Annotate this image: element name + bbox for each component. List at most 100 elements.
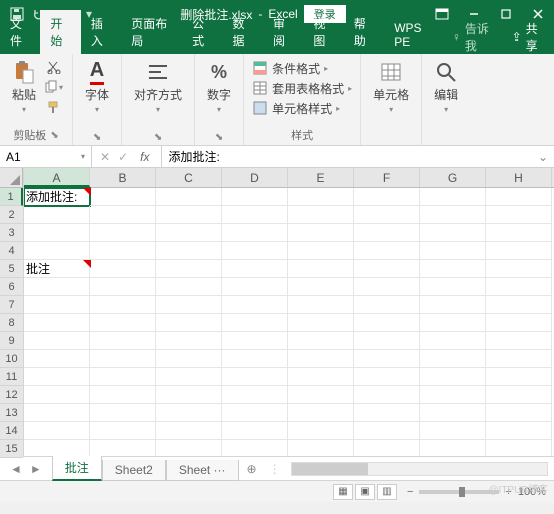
cell[interactable]	[354, 350, 420, 368]
cell[interactable]	[222, 188, 288, 206]
cell[interactable]	[354, 404, 420, 422]
scrollbar-thumb[interactable]	[292, 463, 369, 475]
row-header[interactable]: 7	[0, 296, 23, 314]
cell[interactable]	[222, 242, 288, 260]
cell[interactable]	[288, 188, 354, 206]
cell[interactable]	[156, 260, 222, 278]
cell[interactable]	[222, 422, 288, 440]
share-button[interactable]: ⇪ 共享	[502, 20, 554, 54]
slider-thumb[interactable]	[459, 487, 465, 497]
cell[interactable]	[420, 206, 486, 224]
cell[interactable]	[486, 386, 552, 404]
cell[interactable]	[90, 224, 156, 242]
cell[interactable]	[156, 422, 222, 440]
cell[interactable]	[420, 314, 486, 332]
tab-review[interactable]: 审阅	[263, 10, 303, 54]
cell[interactable]	[288, 242, 354, 260]
cell[interactable]	[24, 332, 90, 350]
cell[interactable]	[420, 386, 486, 404]
cell[interactable]	[156, 224, 222, 242]
cell-styles-button[interactable]: 单元格样式 ▸	[252, 98, 340, 118]
col-header[interactable]: B	[90, 168, 156, 187]
cell[interactable]	[288, 368, 354, 386]
cell[interactable]	[90, 350, 156, 368]
cell[interactable]	[288, 314, 354, 332]
col-header[interactable]: C	[156, 168, 222, 187]
cell[interactable]	[222, 332, 288, 350]
cell[interactable]	[90, 188, 156, 206]
tell-me[interactable]: ♀ 告诉我	[444, 20, 502, 54]
sheet-tab-3[interactable]: Sheet ···	[166, 460, 239, 481]
cell[interactable]	[90, 422, 156, 440]
formula-input[interactable]: 添加批注:	[162, 148, 531, 165]
cell-a1[interactable]: 添加批注:	[24, 188, 90, 206]
editing-button[interactable]: 编辑 ▾	[430, 58, 462, 116]
sheet-nav-next-icon[interactable]: ►	[30, 462, 42, 476]
cell[interactable]	[90, 206, 156, 224]
row-header[interactable]: 14	[0, 422, 23, 440]
cell-a5[interactable]: 批注	[24, 260, 90, 278]
cell[interactable]	[90, 332, 156, 350]
cell[interactable]	[486, 188, 552, 206]
tab-home[interactable]: 开始	[40, 10, 80, 54]
cell[interactable]	[156, 296, 222, 314]
cell[interactable]	[24, 386, 90, 404]
cell[interactable]	[288, 350, 354, 368]
expand-formula-icon[interactable]: ⌄	[532, 150, 554, 164]
cell[interactable]	[420, 242, 486, 260]
cell[interactable]	[24, 368, 90, 386]
cell[interactable]	[420, 188, 486, 206]
row-header[interactable]: 15	[0, 440, 23, 458]
cell[interactable]	[156, 314, 222, 332]
cell[interactable]	[288, 386, 354, 404]
cell[interactable]	[354, 278, 420, 296]
cells-button[interactable]: 单元格 ▾	[369, 58, 413, 116]
select-all-corner[interactable]	[0, 168, 23, 188]
cell[interactable]	[24, 278, 90, 296]
cell[interactable]	[90, 260, 156, 278]
cell[interactable]	[90, 296, 156, 314]
cell[interactable]	[24, 350, 90, 368]
row-header[interactable]: 8	[0, 314, 23, 332]
page-layout-view-icon[interactable]: ▣	[355, 484, 375, 500]
cell[interactable]	[354, 422, 420, 440]
launcher-icon[interactable]: ⬊	[93, 132, 101, 143]
cell[interactable]	[156, 386, 222, 404]
cell[interactable]	[354, 188, 420, 206]
cell[interactable]	[222, 224, 288, 242]
tab-file[interactable]: 文件	[0, 10, 40, 54]
cell[interactable]	[420, 278, 486, 296]
cell[interactable]	[420, 350, 486, 368]
row-header[interactable]: 1	[0, 188, 23, 206]
cell[interactable]	[354, 368, 420, 386]
cell[interactable]	[288, 206, 354, 224]
format-painter-icon[interactable]	[44, 98, 64, 116]
col-header[interactable]: D	[222, 168, 288, 187]
cell[interactable]	[156, 188, 222, 206]
col-header[interactable]: F	[354, 168, 420, 187]
cell[interactable]	[420, 296, 486, 314]
cut-icon[interactable]	[44, 58, 64, 76]
cell[interactable]	[222, 350, 288, 368]
cell[interactable]	[288, 296, 354, 314]
cell[interactable]	[222, 368, 288, 386]
tab-data[interactable]: 数据	[223, 10, 263, 54]
horizontal-scrollbar[interactable]	[291, 462, 548, 476]
row-header[interactable]: 2	[0, 206, 23, 224]
cell[interactable]	[288, 224, 354, 242]
cell[interactable]	[156, 368, 222, 386]
cell[interactable]	[420, 332, 486, 350]
conditional-format-button[interactable]: 条件格式 ▸	[252, 58, 328, 78]
cell[interactable]	[354, 314, 420, 332]
cell[interactable]	[222, 296, 288, 314]
cell[interactable]	[288, 404, 354, 422]
paste-button[interactable]: 粘贴 ▾	[8, 58, 40, 116]
cell[interactable]	[288, 278, 354, 296]
cell[interactable]	[222, 386, 288, 404]
cell[interactable]	[24, 440, 90, 456]
cell[interactable]	[486, 404, 552, 422]
col-header[interactable]: G	[420, 168, 486, 187]
cell[interactable]	[354, 296, 420, 314]
cell[interactable]	[486, 242, 552, 260]
sheet-nav-prev-icon[interactable]: ◄	[10, 462, 22, 476]
